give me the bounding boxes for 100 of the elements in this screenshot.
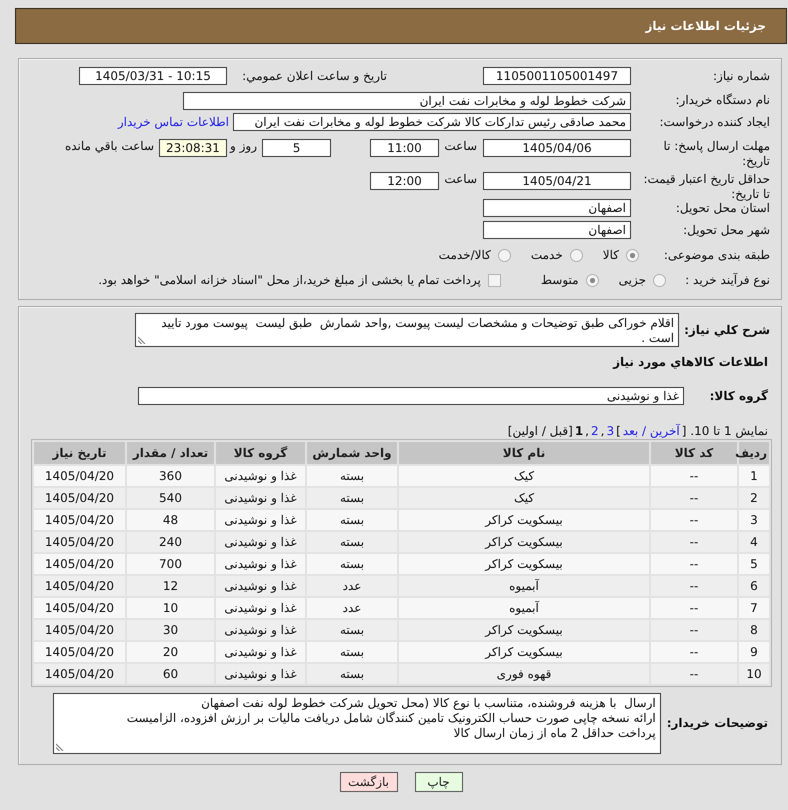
- field-label: مهلت ارسال پاسخ: تا تاریخ:: [662, 139, 770, 169]
- table-cell: 2: [739, 488, 769, 508]
- table-cell: 1405/04/20: [34, 510, 125, 530]
- page-link[interactable]: 1: [574, 424, 584, 438]
- field-label: ساعت: [443, 172, 477, 187]
- radio-button[interactable]: [626, 248, 639, 262]
- province-field[interactable]: اصفهان: [483, 199, 631, 217]
- pager-text: ]: [616, 424, 621, 438]
- field-label: تاریخ و ساعت اعلان عمومي:: [241, 68, 387, 84]
- table-cell: 60: [127, 664, 214, 684]
- table-cell: کیک: [399, 488, 649, 508]
- field-label: توضیحات خریدار:: [666, 716, 768, 731]
- table-cell: غذا و نوشیدنی: [216, 532, 305, 552]
- table-cell: --: [651, 620, 737, 640]
- resize-grip-icon[interactable]: [56, 743, 64, 751]
- page-title: جزئیات اطلاعات نیاز: [645, 19, 766, 33]
- column-header: کد کالا: [651, 442, 737, 464]
- table-cell: غذا و نوشیدنی: [216, 642, 305, 662]
- price-validity-time-field[interactable]: 12:00: [370, 172, 439, 190]
- deadline-time-field[interactable]: 11:00: [370, 139, 439, 157]
- field-label: گروه کالا:: [708, 388, 768, 404]
- buyer-notes-field[interactable]: ارسال با هزینه فروشنده، متناسب با نوع کالا (محل تحویل شرکت خطوط لوله نفت اصفهان ارائه نسخه چاپی صورت حساب الکترونیک تامین کنندگان شامل دریافت مالیات بر ارزش افزوده، الزامیست پرداخت حداقل 2 ماه از زمان ارسال کالا: [53, 693, 661, 754]
- table-cell: 8: [739, 620, 769, 640]
- radio-label: جزیی: [618, 272, 646, 288]
- table-cell: --: [651, 532, 737, 552]
- table-cell: 240: [127, 532, 214, 552]
- radio-button[interactable]: [586, 274, 599, 286]
- buyer-org-field[interactable]: شرکت خطوط لوله و مخابرات نفت ایران: [183, 92, 631, 110]
- field-label: روز و: [228, 139, 257, 154]
- table-cell: غذا و نوشیدنی: [216, 466, 305, 486]
- page-link[interactable]: 2: [591, 424, 599, 438]
- page-link[interactable]: 3: [606, 424, 614, 438]
- table-cell: 4: [739, 532, 769, 552]
- table-cell: 1405/04/20: [34, 532, 125, 552]
- table-cell: بیسکویت کراکر: [399, 642, 649, 662]
- table-cell: 1405/04/20: [34, 642, 125, 662]
- field-label: ایجاد کننده درخواست:: [658, 114, 770, 130]
- table-cell: بسته: [307, 642, 397, 662]
- radio-label: خدمت: [530, 248, 563, 262]
- resize-grip-icon[interactable]: [138, 336, 146, 344]
- table-cell: بیسکویت کراکر: [399, 510, 649, 530]
- table-cell: 5: [739, 554, 769, 574]
- pager-text: ,: [600, 424, 604, 438]
- contact-link[interactable]: اطلاعات تماس خریدار: [118, 115, 229, 129]
- table-cell: 1405/04/20: [34, 598, 125, 618]
- field-label: نام دستگاه خریدار:: [674, 93, 770, 108]
- table-cell: --: [651, 642, 737, 662]
- table-cell: --: [651, 466, 737, 486]
- field-label: شرح کلي نیاز:: [684, 322, 770, 338]
- print-button[interactable]: چاپ: [414, 772, 462, 792]
- column-header: گروه کالا: [216, 442, 305, 464]
- description-field[interactable]: اقلام خوراکی طبق توضیحات و مشخصات لیست پیوست ,واحد شمارش طبق لیست پیوست مورد تایید است .: [135, 313, 680, 347]
- table-cell: آبمیوه: [399, 576, 649, 596]
- section-title: اطلاعات کالاهاي مورد نیاز: [613, 355, 768, 369]
- table-cell: --: [651, 510, 737, 530]
- table-cell: غذا و نوشیدنی: [216, 664, 305, 684]
- radio-button[interactable]: [570, 248, 583, 262]
- column-header: تاریخ نیاز: [34, 442, 125, 464]
- table-cell: 360: [127, 466, 214, 486]
- field-label: نوع فرآیند خرید :: [684, 272, 770, 288]
- table-cell: بسته: [307, 620, 397, 640]
- pager-text: ,: [585, 424, 589, 438]
- need-number-field[interactable]: 1105001105001497: [483, 67, 631, 85]
- table-cell: بسته: [307, 664, 397, 684]
- back-button[interactable]: بازگشت: [340, 772, 398, 792]
- column-header: واحد شمارش: [307, 442, 397, 464]
- radio-label: کالا: [602, 248, 619, 262]
- table-cell: آبمیوه: [399, 598, 649, 618]
- time-left-field[interactable]: 23:08:31: [159, 139, 227, 157]
- field-label: حداقل تاریخ اعتبار قیمت: تا تاریخ:: [642, 172, 770, 202]
- pager-link[interactable]: آخرین / بعد: [622, 424, 680, 438]
- table-cell: بیسکویت کراکر: [399, 620, 649, 640]
- field-label: ساعت باقي مانده: [64, 139, 154, 154]
- days-left-field[interactable]: 5: [262, 139, 331, 157]
- table-cell: --: [651, 488, 737, 508]
- city-field[interactable]: اصفهان: [483, 221, 631, 239]
- table-cell: عدد: [307, 576, 397, 596]
- requester-field[interactable]: محمد صادقی رئیس تدارکات کالا شرکت خطوط لوله و مخابرات نفت ایران: [233, 113, 631, 131]
- table-cell: بسته: [307, 488, 397, 508]
- field-label: طبقه بندی موضوعی:: [662, 248, 770, 262]
- table-cell: غذا و نوشیدنی: [216, 554, 305, 574]
- radio-button[interactable]: [653, 274, 666, 286]
- field-label: استان محل تحویل:: [674, 200, 770, 216]
- goods-group-field[interactable]: غذا و نوشیدنی: [138, 387, 684, 405]
- checkbox-label: پرداخت تمام یا بخشی از مبلغ خرید،از محل "اسناد خزانه اسلامی" خواهد بود.: [98, 272, 481, 288]
- table-cell: 7: [739, 598, 769, 618]
- announce-date-field[interactable]: 1405/03/31 - 10:15: [79, 67, 227, 85]
- deadline-date-field[interactable]: 1405/04/06: [483, 139, 631, 157]
- radio-label: کالا/خدمت: [438, 248, 491, 262]
- table-cell: 20: [127, 642, 214, 662]
- table-cell: 48: [127, 510, 214, 530]
- radio-button[interactable]: [498, 248, 511, 262]
- table-cell: 1: [739, 466, 769, 486]
- price-validity-date-field[interactable]: 1405/04/21: [483, 172, 631, 190]
- table-cell: عدد: [307, 598, 397, 618]
- checkbox[interactable]: [488, 274, 501, 286]
- table-cell: بسته: [307, 510, 397, 530]
- table-cell: --: [651, 576, 737, 596]
- table-cell: کیک: [399, 466, 649, 486]
- table-cell: غذا و نوشیدنی: [216, 510, 305, 530]
